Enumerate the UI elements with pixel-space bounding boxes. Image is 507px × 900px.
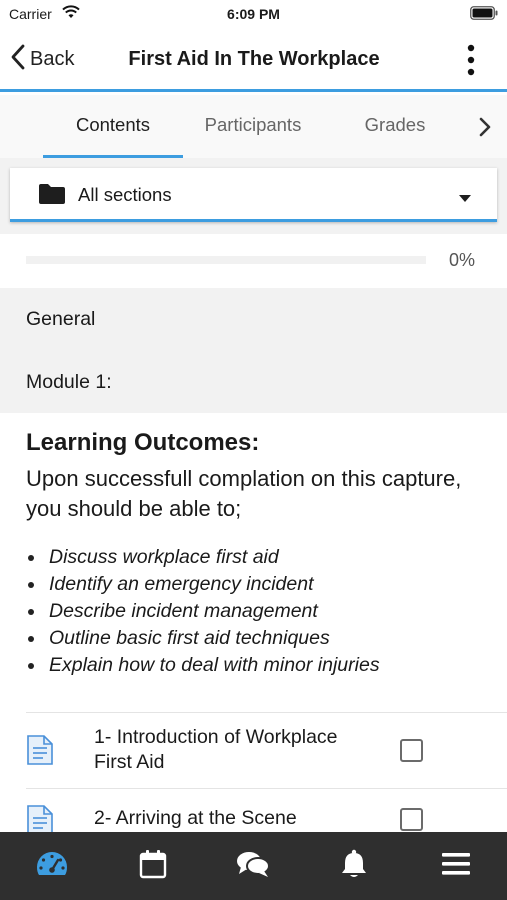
activity-title-line: First Aid xyxy=(94,751,165,773)
bullet-icon xyxy=(28,636,34,642)
bullet-icon xyxy=(28,555,34,561)
tab-grades[interactable]: Grades xyxy=(345,95,445,158)
progress-percent: 0% xyxy=(448,250,475,270)
outcome-text: Outline basic first aid techniques xyxy=(49,627,330,649)
back-label: Back xyxy=(30,47,75,70)
calendar-icon xyxy=(139,849,167,884)
learning-outcomes-intro: Upon successfull complation on this capt… xyxy=(26,466,462,521)
completion-checkbox[interactable] xyxy=(400,739,423,762)
page-title: First Aid In The Workplace xyxy=(128,48,380,70)
completion-checkbox[interactable] xyxy=(400,808,423,831)
nav-dashboard-button[interactable] xyxy=(22,832,82,900)
list-item: Explain how to deal with minor injuries xyxy=(26,652,380,679)
bullet-icon xyxy=(28,582,34,588)
chevron-right-icon xyxy=(473,117,497,145)
activity-item[interactable]: 1- Introduction of Workplace First Aid xyxy=(0,713,507,788)
section-selector-value: All sections xyxy=(78,184,172,205)
nav-notifications-button[interactable] xyxy=(324,832,384,900)
progress-bar xyxy=(26,256,426,264)
battery-icon xyxy=(470,6,498,25)
file-icon xyxy=(26,734,54,771)
nav-calendar-button[interactable] xyxy=(123,832,183,900)
messages-icon xyxy=(236,850,270,883)
tabs-next-button[interactable] xyxy=(473,113,497,141)
list-item: Discuss workplace first aid xyxy=(26,544,380,571)
menu-icon xyxy=(442,852,470,881)
outcome-text: Discuss workplace first aid xyxy=(49,546,279,568)
bullet-icon xyxy=(28,609,34,615)
back-button[interactable]: Back xyxy=(10,44,74,74)
outcome-text: Identify an emergency incident xyxy=(49,573,314,595)
section-module-heading: Module 1: xyxy=(26,371,112,393)
caret-down-icon xyxy=(459,190,471,208)
tab-bar: Contents Participants Grades xyxy=(0,95,507,158)
course-progress: 0% xyxy=(0,234,507,288)
list-item: Describe incident management xyxy=(26,598,380,625)
section-list: General Module 1: xyxy=(0,288,507,413)
list-item: Identify an emergency incident xyxy=(26,571,380,598)
activity-title-line: 1- Introduction of Workplace xyxy=(94,726,338,748)
bottom-nav-bar xyxy=(0,832,507,900)
chevron-left-icon xyxy=(10,43,26,76)
activity-title: 2- Arriving at the Scene xyxy=(94,807,297,829)
nav-bar: Back First Aid In The Workplace xyxy=(0,28,507,92)
section-selector[interactable]: All sections xyxy=(10,168,497,222)
nav-messages-button[interactable] xyxy=(223,832,283,900)
outcome-text: Describe incident management xyxy=(49,600,318,622)
section-general[interactable]: General xyxy=(26,308,95,331)
tab-contents[interactable]: Contents xyxy=(43,95,183,158)
learning-outcomes-list: Discuss workplace first aid Identify an … xyxy=(26,544,380,679)
bullet-icon xyxy=(28,663,34,669)
tab-participants[interactable]: Participants xyxy=(188,95,318,158)
folder-icon xyxy=(38,183,66,210)
outcome-text: Explain how to deal with minor injuries xyxy=(49,654,380,676)
more-options-button[interactable] xyxy=(459,44,483,76)
bell-icon xyxy=(340,849,368,884)
status-bar: Carrier 6:09 PM xyxy=(0,0,507,28)
more-vertical-icon xyxy=(459,44,483,80)
learning-outcomes-title: Learning Outcomes: xyxy=(26,429,260,456)
list-item: Outline basic first aid techniques xyxy=(26,625,380,652)
clock: 6:09 PM xyxy=(227,6,280,22)
nav-menu-button[interactable] xyxy=(426,832,486,900)
section-filter-area: All sections xyxy=(0,158,507,234)
dashboard-icon xyxy=(36,851,68,882)
activity-title: 1- Introduction of Workplace First Aid xyxy=(94,725,384,775)
